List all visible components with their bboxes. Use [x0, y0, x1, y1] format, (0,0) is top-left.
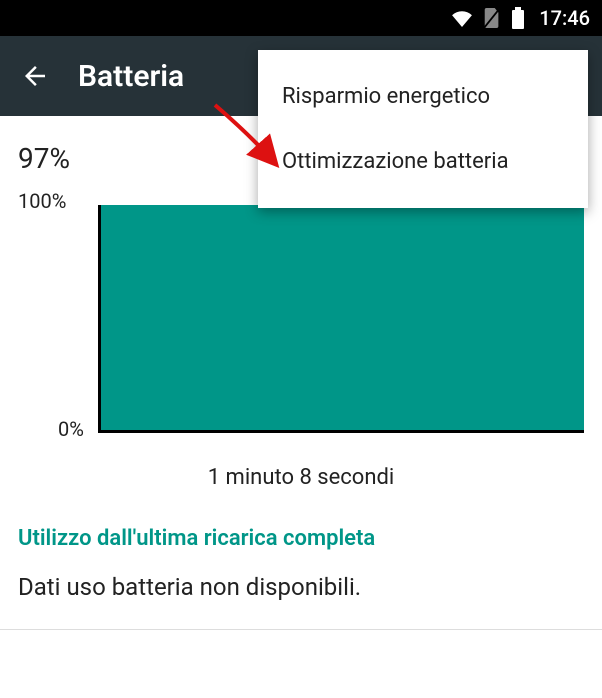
battery-icon: [511, 7, 525, 29]
x-axis-label: 1 minuto 8 secondi: [18, 465, 584, 490]
annotation-arrow-icon: [210, 100, 290, 180]
chart-axes: [98, 205, 584, 433]
back-arrow-icon[interactable]: [20, 61, 50, 91]
divider: [0, 629, 602, 630]
status-bar: 17:46: [0, 0, 602, 36]
no-data-text: Dati uso batteria non disponibili.: [18, 573, 584, 601]
overflow-menu: Risparmio energetico Ottimizzazione batt…: [258, 50, 588, 208]
y-tick-top: 100%: [18, 189, 66, 213]
menu-item-battery-optimization[interactable]: Ottimizzazione batteria: [258, 129, 588, 194]
wifi-icon: [451, 9, 473, 27]
clock-time: 17:46: [539, 6, 590, 30]
chart-fill: [101, 205, 584, 430]
no-sim-icon: [483, 8, 501, 28]
y-tick-bottom: 0%: [58, 417, 84, 441]
since-charge-heading: Utilizzo dall'ultima ricarica completa: [18, 526, 584, 551]
menu-item-battery-saver[interactable]: Risparmio energetico: [258, 64, 588, 129]
page-title: Batteria: [78, 59, 184, 94]
battery-chart[interactable]: 100% 0%: [18, 195, 584, 455]
